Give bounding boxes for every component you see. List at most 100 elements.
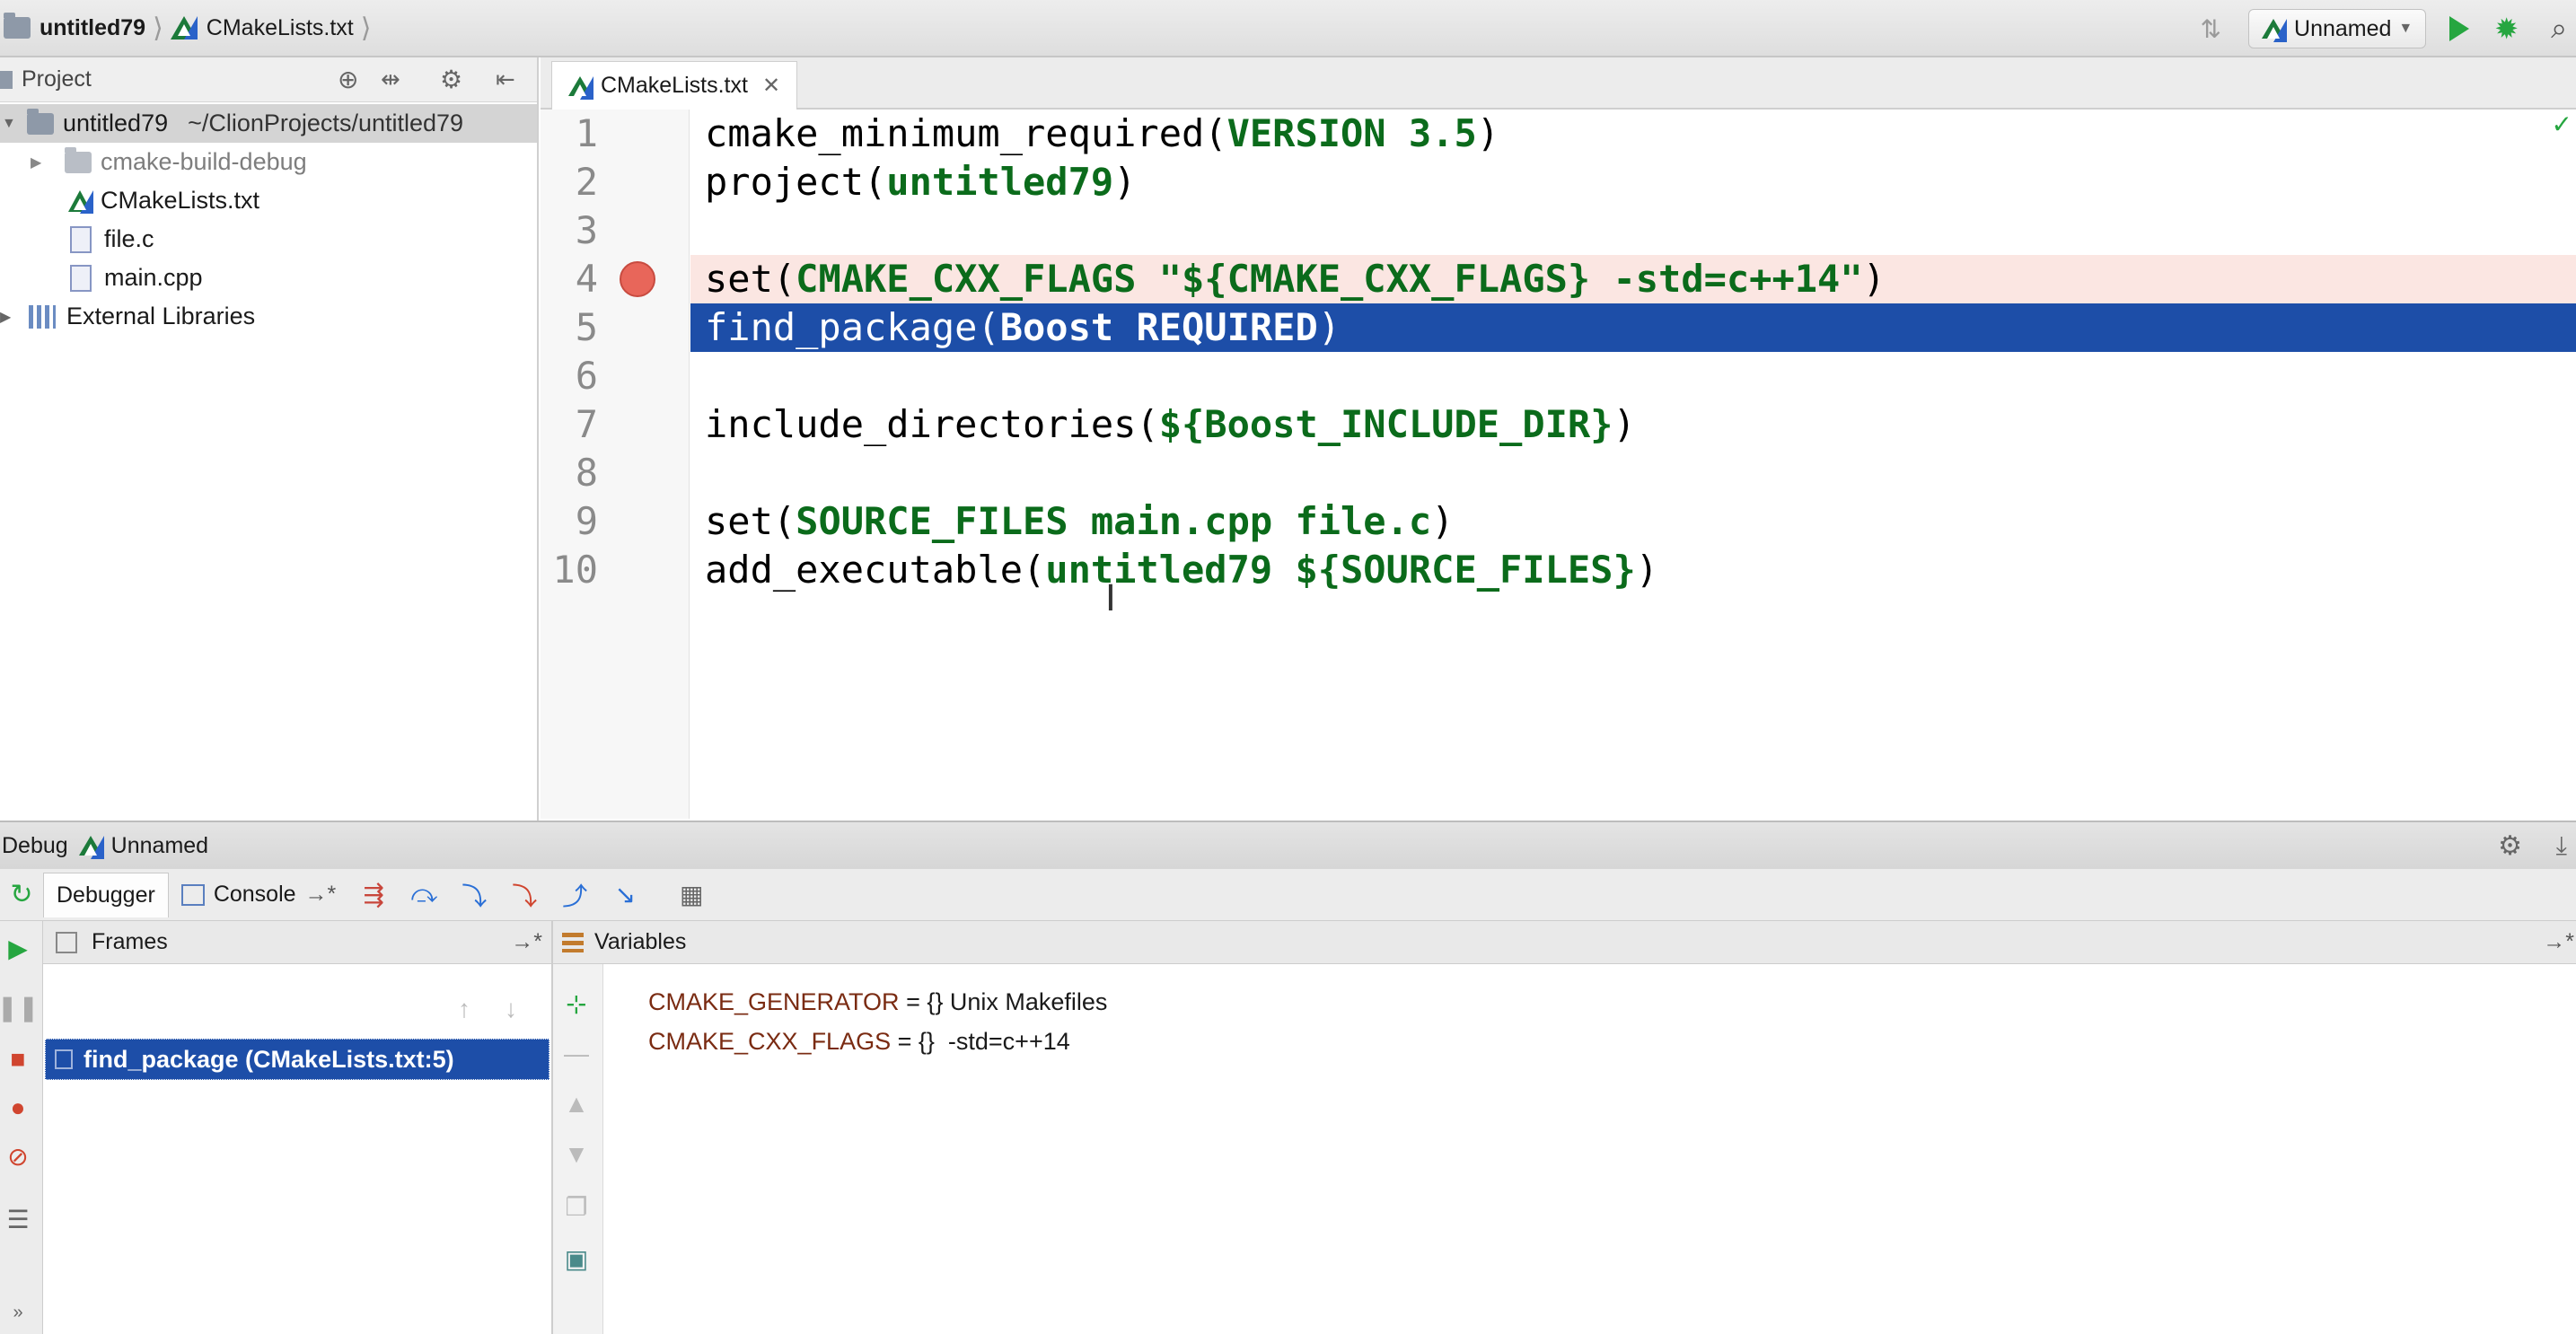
code-text: project(: [705, 160, 887, 204]
chevron-right-icon: ⟩: [153, 13, 163, 43]
locate-icon[interactable]: ⊕: [338, 65, 358, 94]
new-watch-icon[interactable]: ⊹: [562, 989, 591, 1018]
code-text: set(: [705, 499, 796, 543]
expand-icon[interactable]: ▶: [0, 308, 29, 326]
arrow-up-icon[interactable]: ↑: [458, 995, 470, 1023]
tree-item-external-libraries[interactable]: ▶ External Libraries: [0, 297, 537, 336]
more-icon[interactable]: »: [4, 1298, 32, 1327]
close-icon[interactable]: ✕: [762, 73, 780, 99]
frames-header: Frames →*: [43, 921, 551, 964]
force-step-into-icon[interactable]: ⤵: [508, 879, 541, 911]
code-text: ): [1317, 305, 1341, 349]
debugger-toolbar: ↻ Debugger Console →* ⇶ ⤼ ⤵ ⤵ ⤴ ↘ ▦: [0, 869, 2576, 921]
hide-icon[interactable]: ⤓: [2556, 831, 2567, 861]
code-argument: VERSION 3.5: [1226, 111, 1477, 155]
code-line[interactable]: add_executable(untitled79 ${SOURCE_FILES…: [705, 546, 1658, 594]
hide-icon[interactable]: ⇤: [496, 66, 515, 93]
variable-name: CMAKE_CXX_FLAGS: [648, 1028, 892, 1055]
debug-icon[interactable]: ✹: [2494, 12, 2519, 46]
pin-icon[interactable]: →*: [305, 882, 337, 908]
show-execution-point-icon[interactable]: ⇶: [357, 879, 390, 911]
build-icon[interactable]: ⇅: [2201, 14, 2221, 44]
code-argument: untitled79: [886, 160, 1114, 204]
remove-watch-icon[interactable]: —: [562, 1040, 591, 1068]
collapse-icon[interactable]: ⇹: [381, 66, 400, 93]
run-icon[interactable]: [2449, 16, 2470, 41]
code-text: cmake_minimum_required(: [705, 111, 1227, 155]
restart-icon[interactable]: ↻: [0, 879, 43, 910]
editor-gutter[interactable]: 1 2 3 4 5 6 7 8 9 10: [541, 110, 690, 819]
code-line[interactable]: cmake_minimum_required(VERSION 3.5): [705, 110, 1499, 158]
resume-icon[interactable]: ▶: [4, 934, 32, 962]
debug-title: Debug: [2, 832, 68, 858]
tree-item-main-cpp[interactable]: main.cpp: [0, 259, 537, 297]
expand-icon[interactable]: ▼: [0, 116, 27, 132]
line-number: 1: [575, 111, 598, 155]
line-number: 9: [575, 499, 598, 543]
breadcrumb-project[interactable]: untitled79 ⟩: [4, 0, 171, 57]
variable-row[interactable]: CMAKE_GENERATOR = {} Unix Makefiles: [648, 988, 1107, 1016]
breadcrumb-file[interactable]: CMakeLists.txt ⟩: [170, 0, 379, 57]
cmake-icon: [2262, 19, 2288, 42]
variable-row[interactable]: CMAKE_CXX_FLAGS = {} -std=c++14: [648, 1028, 1070, 1056]
chevron-right-icon: ⟩: [360, 13, 372, 43]
evaluate-expression-icon[interactable]: ▦: [675, 879, 708, 911]
pin-icon[interactable]: →*: [2543, 929, 2574, 955]
run-configuration-select[interactable]: Unnamed ▼: [2248, 9, 2427, 48]
code-line-current[interactable]: find_package(Boost REQUIRED): [705, 303, 1341, 352]
line-number: 2: [575, 160, 598, 204]
project-pane-title[interactable]: Project: [22, 66, 92, 92]
tree-item-cmakelists[interactable]: CMakeLists.txt: [0, 181, 537, 220]
expand-icon[interactable]: ▶: [31, 154, 65, 171]
move-down-icon[interactable]: ▼: [562, 1140, 591, 1169]
step-into-icon[interactable]: ⤵: [458, 879, 490, 911]
tab-label: Debugger: [57, 882, 155, 908]
code-text: ): [1113, 160, 1137, 204]
show-watches-icon[interactable]: ▣: [562, 1244, 591, 1273]
gear-icon[interactable]: ⚙: [2498, 830, 2522, 862]
view-breakpoints-icon[interactable]: ●: [4, 1093, 32, 1122]
step-out-icon[interactable]: ⤴: [558, 879, 591, 911]
code-line[interactable]: include_directories(${Boost_INCLUDE_DIR}…: [705, 400, 1636, 449]
tree-item-label: cmake-build-debug: [101, 148, 307, 175]
line-number: 8: [575, 451, 598, 495]
pause-icon[interactable]: ❚❚: [0, 993, 39, 1022]
tab-console[interactable]: Console →*: [169, 873, 348, 917]
tab-cmakelists[interactable]: CMakeLists.txt ✕: [551, 61, 798, 110]
variables-toolbar: ⊹ — ▲ ▼ ❐ ▣: [553, 964, 603, 1334]
frames-panel: Frames →* ↑ ↓ find_package (CMakeLists.t…: [43, 921, 553, 1334]
code-text: ): [1613, 402, 1636, 446]
code-argument: Boost REQUIRED: [999, 305, 1318, 349]
tree-item-cmake-build-debug[interactable]: ▶ cmake-build-debug: [0, 143, 537, 181]
debug-window-header: Debug Unnamed ⚙ ⤓: [0, 821, 2576, 869]
code-editor[interactable]: cmake_minimum_required(VERSION 3.5) proj…: [690, 110, 2576, 819]
tree-item-label: External Libraries: [66, 303, 256, 329]
check-icon: ✓: [2551, 110, 2572, 138]
code-line[interactable]: set(CMAKE_CXX_FLAGS "${CMAKE_CXX_FLAGS} …: [705, 255, 1886, 303]
tab-debugger[interactable]: Debugger: [43, 872, 169, 917]
run-to-cursor-icon[interactable]: ↘: [609, 879, 641, 911]
line-number: 6: [575, 354, 598, 398]
code-argument: untitled79 ${SOURCE_FILES}: [1045, 548, 1636, 592]
code-line[interactable]: project(untitled79): [705, 158, 1136, 206]
code-argument: CMAKE_CXX_FLAGS "${CMAKE_CXX_FLAGS} -std…: [796, 257, 1863, 301]
gear-icon[interactable]: ⚙: [440, 65, 462, 94]
tree-item-file-c[interactable]: file.c: [0, 220, 537, 259]
arrow-down-icon[interactable]: ↓: [505, 995, 517, 1023]
variables-panel: Variables →* CMAKE_GENERATOR = {} Unix M…: [553, 921, 2576, 1334]
mute-breakpoints-icon[interactable]: ⊘: [4, 1142, 32, 1171]
step-over-icon[interactable]: ⤼: [408, 879, 440, 911]
tree-root[interactable]: ▼ untitled79 ~/ClionProjects/untitled79: [0, 104, 537, 143]
frame-item[interactable]: find_package (CMakeLists.txt:5): [45, 1039, 549, 1080]
run-configuration-label: Unnamed: [2294, 15, 2392, 41]
frame-icon: [55, 1049, 73, 1069]
copy-icon[interactable]: ❐: [562, 1192, 591, 1221]
layout-icon[interactable]: ☰: [4, 1205, 32, 1233]
search-icon[interactable]: ⌕: [2551, 12, 2567, 46]
tab-label: CMakeLists.txt: [601, 73, 748, 98]
breakpoint-icon[interactable]: [620, 261, 655, 297]
pin-icon[interactable]: →*: [511, 929, 542, 955]
stop-icon[interactable]: ■: [4, 1045, 32, 1074]
move-up-icon[interactable]: ▲: [562, 1090, 591, 1119]
code-line[interactable]: set(SOURCE_FILES main.cpp file.c): [705, 497, 1454, 546]
